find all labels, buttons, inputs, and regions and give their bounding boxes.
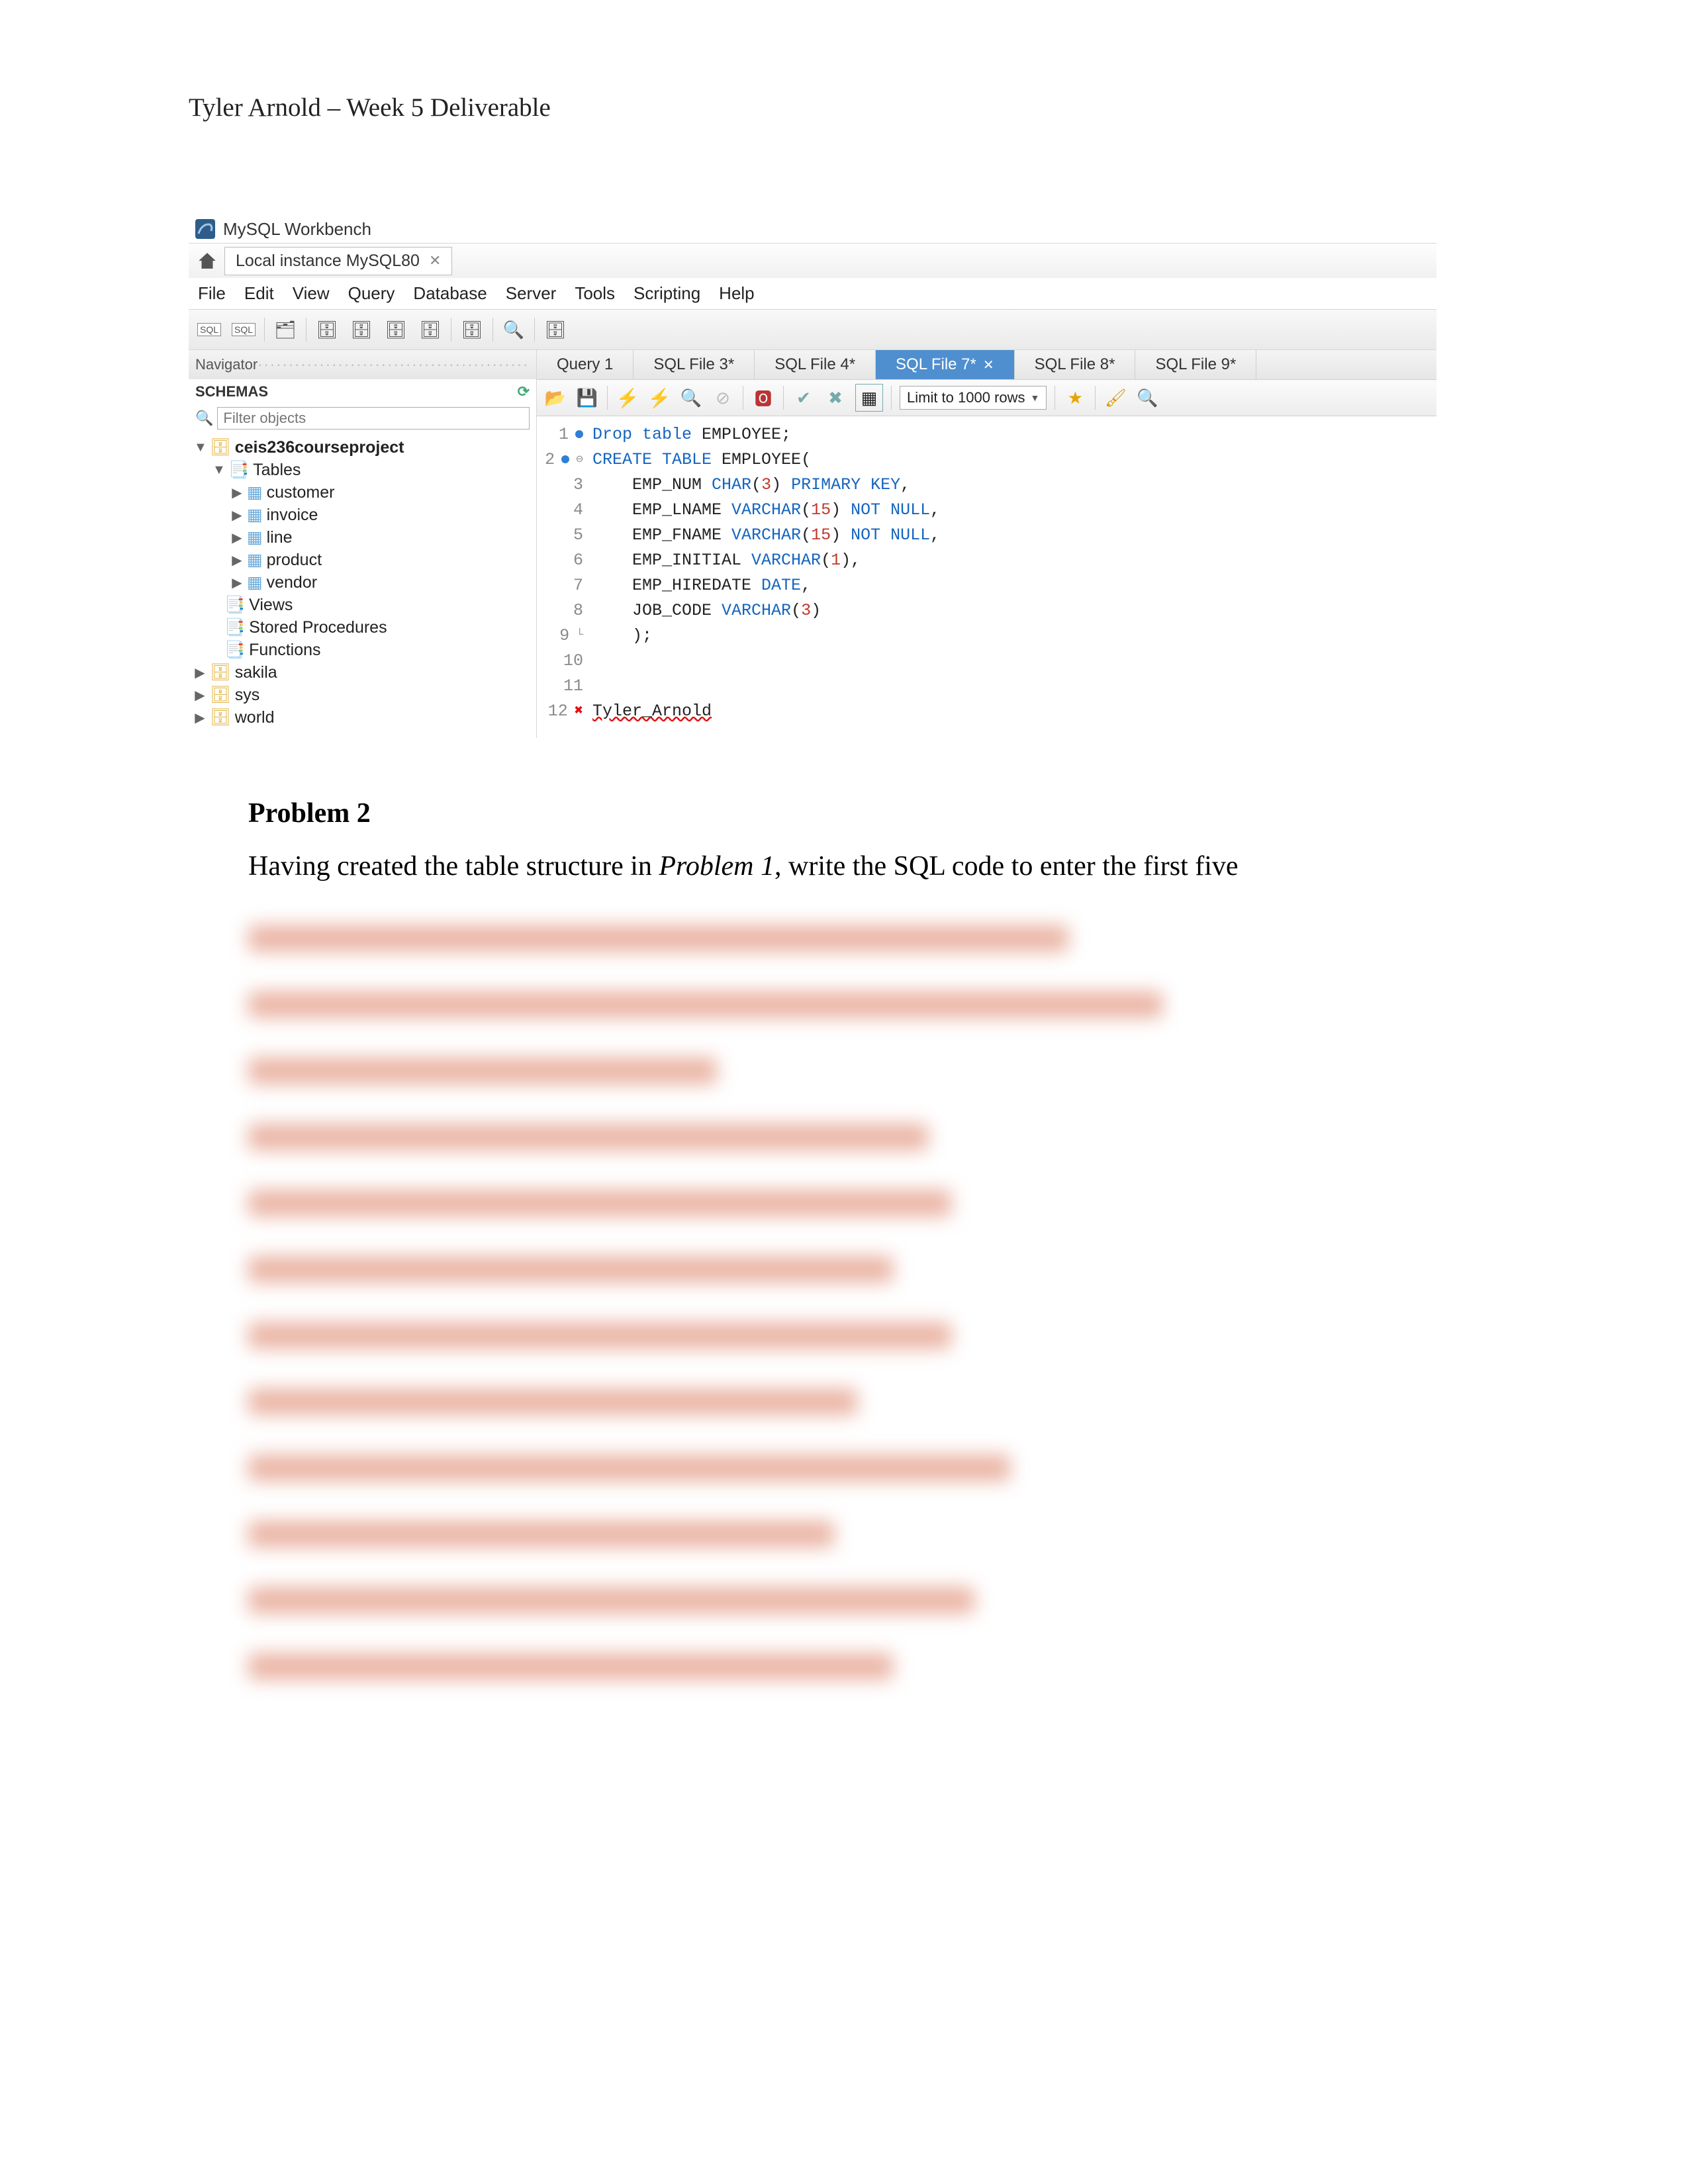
- commit-icon[interactable]: ✔: [792, 386, 816, 410]
- menu-query[interactable]: Query: [348, 283, 395, 304]
- execute-icon[interactable]: ⚡: [616, 386, 639, 410]
- home-icon[interactable]: [194, 248, 220, 274]
- editor-tab[interactable]: SQL File 7*✕: [876, 350, 1015, 379]
- problem-paragraph: Having created the table structure in Pr…: [248, 848, 1420, 886]
- problem-heading: Problem 2: [248, 797, 1420, 829]
- menubar: File Edit View Query Database Server Tools Scri…: [189, 278, 1436, 309]
- editor-tab[interactable]: SQL File 9*: [1135, 350, 1256, 379]
- connection-tab-row: Local instance MySQL80 ✕: [189, 243, 1436, 278]
- schema-tree: 🗄 ceis236courseproject 📑 Tables ▦ custom…: [189, 432, 536, 738]
- menu-edit[interactable]: Edit: [244, 283, 274, 304]
- toolbar-icon[interactable]: 🗄: [348, 316, 375, 343]
- table-node[interactable]: ▦ customer: [194, 481, 531, 504]
- editor-tab[interactable]: SQL File 4*: [755, 350, 876, 379]
- save-icon[interactable]: 💾: [575, 386, 599, 410]
- search-icon: 🔍: [195, 410, 213, 427]
- filter-row: 🔍: [189, 404, 536, 432]
- sql-code-area[interactable]: 12⊖3456789└101112✖ Drop table EMPLOYEE;C…: [537, 416, 1436, 730]
- autocommit-icon[interactable]: ▦: [855, 384, 883, 412]
- connection-tab-label: Local instance MySQL80: [236, 251, 420, 271]
- find-icon[interactable]: 🔍: [1135, 386, 1159, 410]
- schemas-header: SCHEMAS ⟳: [189, 379, 536, 404]
- beautify-icon[interactable]: ★: [1063, 386, 1087, 410]
- toolbar-icon[interactable]: 🗄: [313, 316, 341, 343]
- editor-tab[interactable]: SQL File 8*: [1015, 350, 1136, 379]
- navigator-panel: Navigator ······························…: [189, 350, 537, 738]
- connection-tab[interactable]: Local instance MySQL80 ✕: [224, 247, 452, 275]
- close-icon[interactable]: ✕: [983, 357, 994, 373]
- chevron-down-icon: ▼: [1031, 392, 1040, 403]
- menu-tools[interactable]: Tools: [575, 283, 615, 304]
- menu-view[interactable]: View: [293, 283, 330, 304]
- blurred-content: [248, 925, 1420, 1680]
- menu-file[interactable]: File: [198, 283, 226, 304]
- stop-icon[interactable]: ⊘: [711, 386, 735, 410]
- filter-objects-input[interactable]: [217, 407, 530, 430]
- document-body: Problem 2 Having created the table struc…: [189, 797, 1420, 1680]
- table-node[interactable]: ▦ vendor: [194, 571, 531, 594]
- toolbar-icon[interactable]: 🗂: [271, 316, 299, 343]
- toggle-icon[interactable]: 🅾: [751, 386, 775, 410]
- schema-node[interactable]: 🗄 ceis236courseproject: [194, 436, 531, 459]
- editor-tab[interactable]: SQL File 3*: [633, 350, 755, 379]
- new-sql-tab-icon[interactable]: SQL: [195, 316, 223, 343]
- stored-procedures-node[interactable]: 📑 Stored Procedures: [194, 616, 531, 639]
- rollback-icon[interactable]: ✖: [823, 386, 847, 410]
- workbench-app-icon: [194, 218, 216, 240]
- main-toolbar: SQL SQL 🗂 🗄 🗄 🗄 🗄 🗄 🔍 🗄: [189, 309, 1436, 349]
- table-node[interactable]: ▦ invoice: [194, 504, 531, 526]
- menu-server[interactable]: Server: [506, 283, 557, 304]
- menu-scripting[interactable]: Scripting: [633, 283, 700, 304]
- editor-tabstrip: Query 1SQL File 3*SQL File 4*SQL File 7*…: [537, 350, 1436, 380]
- titlebar: MySQL Workbench: [189, 215, 1436, 243]
- toolbar-icon[interactable]: 🗄: [416, 316, 444, 343]
- schema-node[interactable]: 🗄 world: [194, 706, 531, 729]
- editor-toolbar: 📂 💾 ⚡ ⚡ 🔍 ⊘ 🅾 ✔ ✖ ▦ Limit to 1000 rows: [537, 380, 1436, 416]
- menu-help[interactable]: Help: [719, 283, 754, 304]
- views-node[interactable]: 📑 Views: [194, 594, 531, 616]
- functions-node[interactable]: 📑 Functions: [194, 639, 531, 661]
- tables-node[interactable]: 📑 Tables: [194, 459, 531, 481]
- toolbar-icon[interactable]: 🗄: [458, 316, 486, 343]
- explain-icon[interactable]: 🔍: [679, 386, 703, 410]
- schemas-label: SCHEMAS: [195, 383, 268, 400]
- row-limit-label: Limit to 1000 rows: [907, 389, 1025, 406]
- page-header: Tyler Arnold – Week 5 Deliverable: [189, 93, 1499, 122]
- open-file-icon[interactable]: 📂: [543, 386, 567, 410]
- row-limit-dropdown[interactable]: Limit to 1000 rows ▼: [900, 386, 1047, 410]
- close-icon[interactable]: ✕: [429, 252, 441, 269]
- toolbar-icon[interactable]: 🗄: [382, 316, 410, 343]
- table-node[interactable]: ▦ line: [194, 526, 531, 549]
- navigator-header: Navigator ······························…: [189, 350, 536, 379]
- schema-node[interactable]: 🗄 sys: [194, 684, 531, 706]
- search-icon[interactable]: 🔍: [500, 316, 528, 343]
- open-sql-file-icon[interactable]: SQL: [230, 316, 258, 343]
- brush-icon[interactable]: 🖌: [1103, 386, 1127, 410]
- sql-editor-panel: Query 1SQL File 3*SQL File 4*SQL File 7*…: [537, 350, 1436, 738]
- table-node[interactable]: ▦ product: [194, 549, 531, 571]
- toolbar-icon[interactable]: 🗄: [541, 316, 569, 343]
- editor-tab[interactable]: Query 1: [537, 350, 633, 379]
- schema-node[interactable]: 🗄 sakila: [194, 661, 531, 684]
- mysql-workbench-screenshot: MySQL Workbench Local instance MySQL80 ✕…: [189, 215, 1436, 738]
- navigator-label: Navigator: [195, 356, 258, 373]
- menu-database[interactable]: Database: [413, 283, 487, 304]
- titlebar-text: MySQL Workbench: [223, 219, 371, 240]
- execute-current-icon[interactable]: ⚡: [647, 386, 671, 410]
- refresh-icon[interactable]: ⟳: [518, 383, 530, 400]
